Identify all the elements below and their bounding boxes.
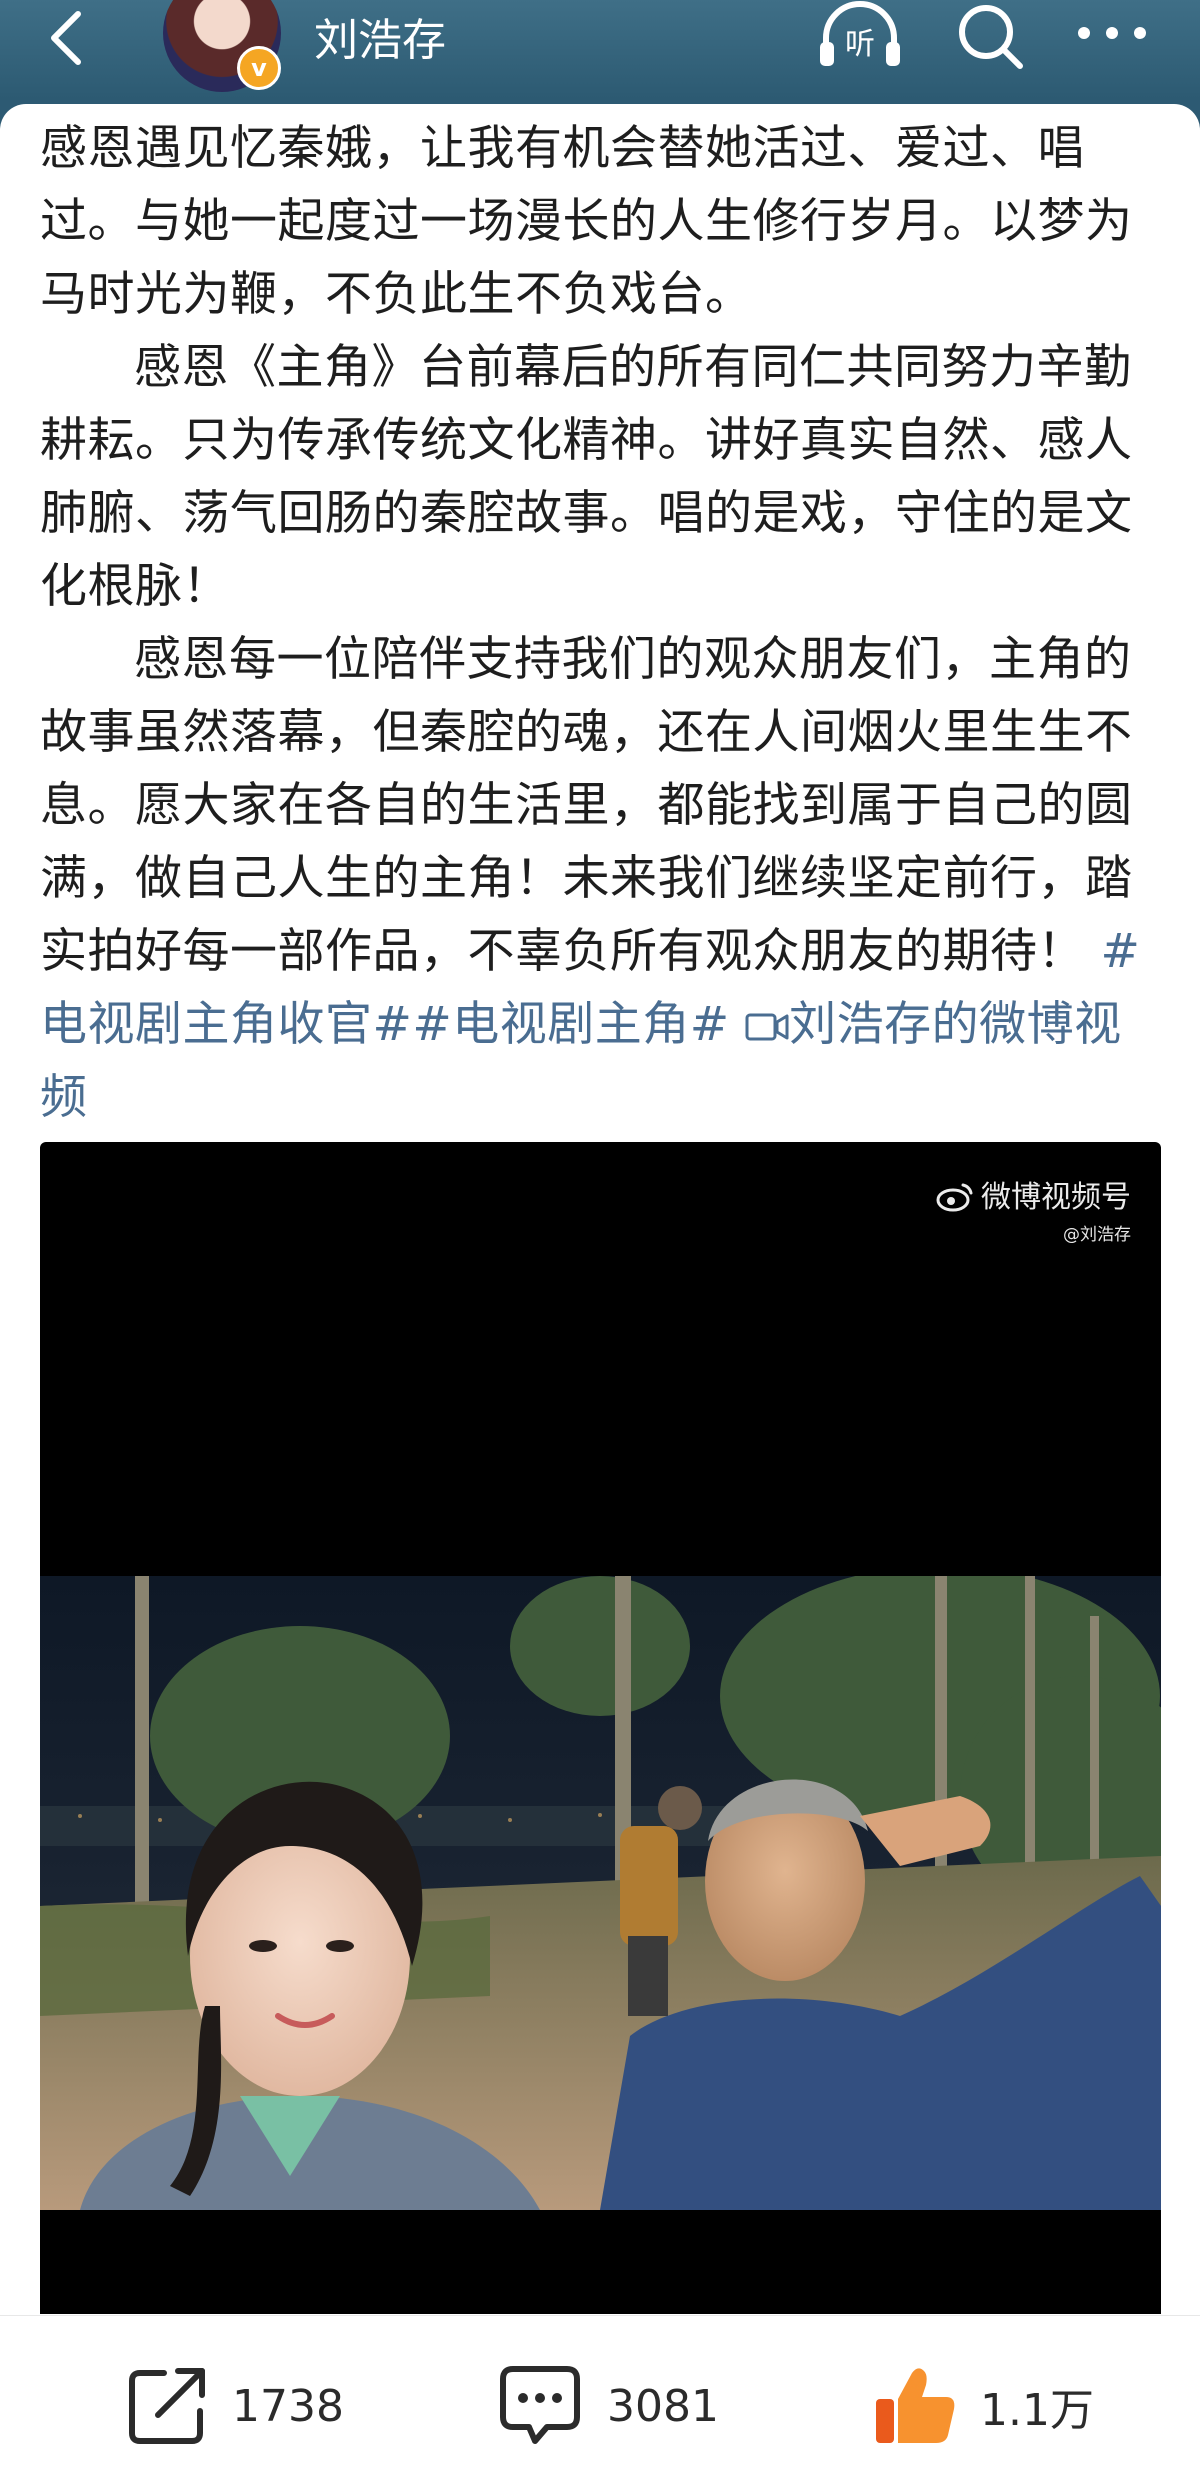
listen-label: 听 <box>845 27 875 62</box>
top-nav-bar: v 刘浩存 听 <box>0 0 1200 100</box>
listen-icon: 听 <box>820 1 900 66</box>
video-player[interactable]: 微博视频号 @刘浩存 <box>40 1142 1161 2314</box>
comment-count: 3081 <box>607 2380 719 2432</box>
username[interactable]: 刘浩存 <box>314 4 446 68</box>
post-paragraph-3-text: 感恩每一位陪伴支持我们的观众朋友们，主角的故事虽然落幕，但秦腔的魂，还在人间烟火… <box>40 632 1133 979</box>
post-paragraph-1: 感恩遇见忆秦娥，让我有机会替她活过、爱过、唱过。与她一起度过一场漫长的人生修行岁… <box>40 121 1133 322</box>
comment-button[interactable]: 3081 <box>495 2358 719 2454</box>
listen-button[interactable]: 听 <box>812 0 908 74</box>
bottom-action-bar: 1738 3081 1.1万 <box>0 2315 1200 2492</box>
share-count: 1738 <box>232 2380 344 2432</box>
search-icon[interactable] <box>950 0 1030 76</box>
watermark-title: 微博视频号 <box>935 1172 1131 1216</box>
like-count: 1.1万 <box>980 2385 1094 2436</box>
share-button[interactable]: 1738 <box>124 2358 344 2454</box>
weibo-logo-icon <box>936 1183 973 1212</box>
watermark-sub: @刘浩存 <box>1063 1225 1131 1245</box>
post-text: 感恩遇见忆秦娥，让我有机会替她活过、爱过、唱过。与她一起度过一场漫长的人生修行岁… <box>40 112 1160 1134</box>
comment-icon <box>500 2366 580 2444</box>
back-icon[interactable] <box>38 4 98 68</box>
share-icon <box>129 2368 205 2444</box>
more-icon[interactable] <box>1072 8 1152 58</box>
video-frame-image <box>40 1576 1161 2210</box>
like-icon <box>876 2368 955 2443</box>
hashtag-link-2[interactable]: #电视剧主角# <box>412 997 729 1052</box>
like-button[interactable]: 1.1万 <box>872 2358 1094 2454</box>
video-watermark: 微博视频号 @刘浩存 <box>935 1172 1131 1245</box>
post-paragraph-2: 感恩《主角》台前幕后的所有同仁共同努力辛勤耕耘。只为传承传统文化精神。讲好真实自… <box>40 340 1133 614</box>
verified-badge: v <box>237 46 281 90</box>
video-link-icon <box>745 1013 789 1041</box>
watermark-title-text: 微博视频号 <box>981 1180 1131 1215</box>
post-paragraph-3: 感恩每一位陪伴支持我们的观众朋友们，主角的故事虽然落幕，但秦腔的魂，还在人间烟火… <box>40 623 1160 1134</box>
